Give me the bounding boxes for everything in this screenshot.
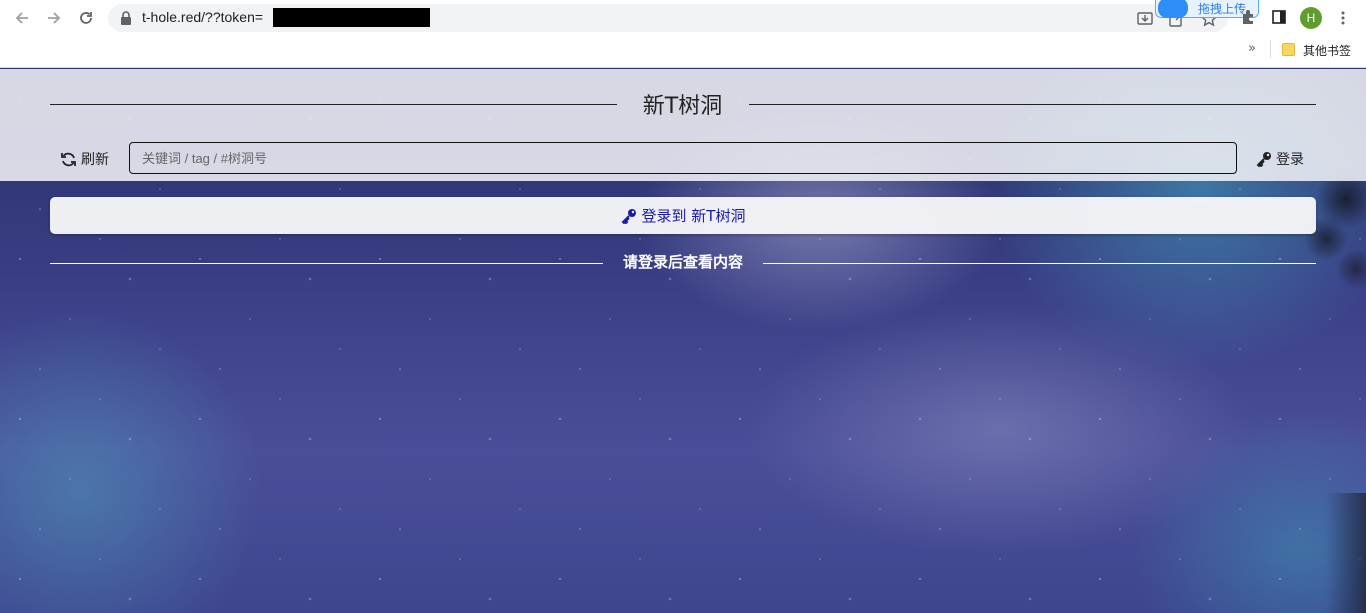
folder-icon <box>1282 43 1295 56</box>
bookmarks-overflow-button[interactable]: » <box>1248 41 1256 56</box>
tree-silhouette-bottom <box>1326 493 1366 613</box>
refresh-button[interactable]: 刷新 <box>60 149 109 169</box>
forward-arrow-icon <box>48 12 61 24</box>
bookmark-folder-other[interactable]: 其他书签 <box>1303 42 1351 59</box>
reload-icon <box>80 12 92 24</box>
site-header: 新T树洞 刷新 登录 <box>0 69 1366 181</box>
title-rule-right <box>749 104 1316 105</box>
login-card-label: 登录到 新T树洞 <box>641 207 746 225</box>
search-input[interactable] <box>129 142 1237 174</box>
url-text: t-hole.red/??token= <box>142 9 264 25</box>
extensions-puzzle-icon[interactable] <box>1240 9 1256 25</box>
key-icon <box>1256 152 1271 167</box>
cloud-icon <box>1158 0 1188 18</box>
browser-chrome: t-hole.red/??token= 拖拽上传 H » 其他书签 <box>0 0 1366 68</box>
redacted-token <box>273 8 430 27</box>
reload-button[interactable] <box>74 6 98 30</box>
forward-button[interactable] <box>42 6 66 30</box>
site-title: 新T树洞 <box>642 94 723 119</box>
login-notice: 请登录后查看内容 <box>622 253 743 271</box>
back-arrow-icon <box>15 12 28 24</box>
page-background: 新T树洞 刷新 登录 登录到 新T树洞 <box>0 69 1366 613</box>
bookmarks-divider <box>1270 40 1271 58</box>
back-button[interactable] <box>10 6 34 30</box>
refresh-icon <box>61 152 76 166</box>
install-icon[interactable] <box>1136 10 1154 28</box>
notice-rule-left <box>50 263 603 264</box>
kebab-menu-icon[interactable] <box>1340 10 1346 26</box>
lock-icon <box>121 11 131 25</box>
login-label: 登录 <box>1276 152 1304 168</box>
login-card[interactable]: 登录到 新T树洞 <box>50 197 1316 234</box>
side-panel-icon[interactable] <box>1272 10 1286 24</box>
notice-rule-right <box>763 263 1316 264</box>
title-rule-left <box>50 104 617 105</box>
profile-avatar[interactable]: H <box>1300 7 1322 29</box>
refresh-label: 刷新 <box>81 152 109 168</box>
key-icon <box>621 208 636 224</box>
login-button[interactable]: 登录 <box>1256 149 1304 169</box>
address-bar[interactable]: t-hole.red/??token= <box>108 4 1228 32</box>
upload-extension-label: 拖拽上传 <box>1198 2 1247 16</box>
